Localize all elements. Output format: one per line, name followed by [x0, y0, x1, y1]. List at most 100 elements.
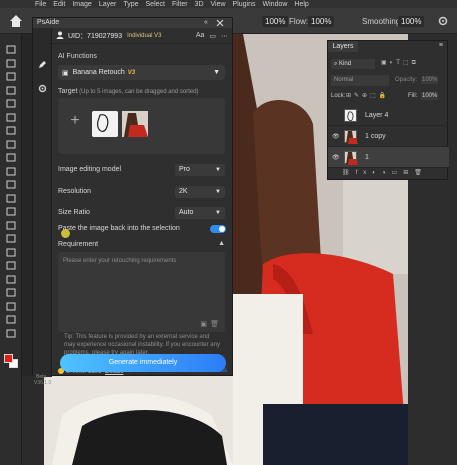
- eye-icon[interactable]: 👁: [332, 133, 340, 140]
- uid-text: UID：719027993: [68, 32, 123, 40]
- layer-name: 1 copy: [365, 133, 386, 140]
- fill-field[interactable]: 100%: [421, 92, 439, 100]
- editing-model-select[interactable]: Pro ▼: [175, 164, 225, 176]
- eye-icon[interactable]: 👁: [332, 154, 340, 161]
- more-tool-icon[interactable]: [5, 328, 17, 339]
- flow-label: Flow:: [289, 17, 309, 26]
- spot-heal-tool-icon[interactable]: [5, 139, 17, 150]
- magic-wand-tool-icon[interactable]: [5, 85, 17, 96]
- menu-filter[interactable]: Filter: [172, 1, 188, 8]
- home-icon[interactable]: [8, 13, 24, 29]
- move-tool-icon[interactable]: [5, 44, 17, 55]
- collapse-icon[interactable]: «: [204, 19, 210, 26]
- canvas-lower-left[interactable]: [22, 376, 233, 465]
- menu-help[interactable]: Help: [294, 1, 308, 8]
- trash-icon[interactable]: 🗑: [210, 320, 219, 328]
- eraser-tool-icon[interactable]: [5, 193, 17, 204]
- settings-gear-icon[interactable]: [437, 15, 449, 27]
- foreground-color-swatch[interactable]: [4, 354, 13, 363]
- chevron-up-icon: ▲: [218, 240, 225, 247]
- smoothing-value[interactable]: 100%: [398, 16, 425, 27]
- psaide-sidebar: Beta V36.1.0: [33, 28, 52, 386]
- ai-function-dropdown[interactable]: ▣ Banana Retouch V3 ▼: [58, 65, 225, 80]
- size-ratio-value: Auto: [179, 209, 194, 216]
- lock-icons[interactable]: ⊞✎⊕⬚🔒: [346, 92, 389, 99]
- menu-edit[interactable]: Edit: [53, 1, 65, 8]
- cursor-highlight: [61, 229, 70, 238]
- target-label-text: Target: [58, 88, 78, 95]
- rectangle-tool-icon[interactable]: [5, 287, 17, 298]
- ai-functions-label: AI Functions: [58, 53, 97, 60]
- menu-image[interactable]: Image: [72, 1, 91, 8]
- clone-stamp-tool-icon[interactable]: [5, 166, 17, 177]
- layer-row-1-copy[interactable]: 👁 1 copy: [328, 126, 449, 147]
- paste-back-label: Paste the image back into the selection: [58, 225, 180, 232]
- menu-file[interactable]: File: [35, 1, 46, 8]
- layers-footer-icons[interactable]: ⛓fx◐◑▭⊞🗑: [342, 169, 428, 176]
- history-brush-tool-icon[interactable]: [5, 179, 17, 190]
- filter-kind-value: Kind: [339, 61, 352, 67]
- menu-layer[interactable]: Layer: [99, 1, 117, 8]
- gradient-tool-icon[interactable]: [5, 206, 17, 217]
- opacity-field[interactable]: 100%: [421, 76, 439, 84]
- menu-type[interactable]: Type: [123, 1, 138, 8]
- path-select-tool-icon[interactable]: [5, 274, 17, 285]
- menu-select[interactable]: Select: [146, 1, 165, 8]
- layers-tab[interactable]: Layers: [328, 41, 358, 52]
- psaide-panel: PsAide « Beta V36.1.0 UID：719027993 Indi…: [32, 17, 233, 386]
- generate-button[interactable]: Generate immediately: [60, 354, 226, 372]
- chevron-down-icon: ▼: [215, 189, 221, 195]
- pen-tool-icon[interactable]: [5, 247, 17, 258]
- menubar: File Edit Image Layer Type Select Filter 3D View…: [0, 0, 457, 8]
- chat-icon[interactable]: ▭: [209, 32, 216, 40]
- hand-tool-icon[interactable]: [5, 301, 17, 312]
- menu-view[interactable]: View: [211, 1, 226, 8]
- target-hint: (Up to 5 images, can be dragged and sort…: [79, 89, 199, 95]
- opacity-value[interactable]: 100%: [262, 16, 289, 27]
- layer-row-1[interactable]: 👁 1: [328, 147, 449, 168]
- layer-thumbnail: [344, 151, 358, 165]
- close-icon[interactable]: [216, 19, 224, 27]
- version-label: V36.1.0: [34, 380, 52, 386]
- menu-3d[interactable]: 3D: [195, 1, 204, 8]
- blend-mode-select[interactable]: Normal: [331, 75, 389, 86]
- blur-tool-icon[interactable]: [5, 220, 17, 231]
- layer-row-layer4[interactable]: Layer 4: [328, 105, 449, 126]
- panel-menu-icon[interactable]: ≡: [439, 42, 443, 49]
- dodge-tool-icon[interactable]: [5, 233, 17, 244]
- flow-value[interactable]: 100%: [308, 16, 335, 27]
- requirement-header[interactable]: Requirement ▲: [52, 238, 233, 250]
- filter-icons[interactable]: ▣◐T⬚⧉: [381, 59, 419, 67]
- menu-window[interactable]: Window: [263, 1, 288, 8]
- fill-label: Fill:: [408, 93, 418, 99]
- paste-back-toggle[interactable]: [210, 225, 226, 233]
- chevron-down-icon: ▼: [213, 69, 220, 76]
- settings-icon[interactable]: [38, 84, 47, 93]
- target-thumbnail-1[interactable]: [92, 111, 118, 137]
- add-image-button[interactable]: +: [66, 112, 84, 130]
- menu-plugins[interactable]: Plugins: [233, 1, 256, 8]
- size-ratio-select[interactable]: Auto ▼: [175, 207, 225, 219]
- smoothing-label: Smoothing:: [362, 17, 403, 26]
- filter-kind-select[interactable]: ⌕ Kind: [331, 59, 375, 69]
- requirement-input[interactable]: Please enter your retouching requirement…: [58, 252, 225, 332]
- layer-filter-row: ⌕ Kind ▣◐T⬚⧉: [331, 59, 446, 70]
- psaide-main: UID：719027993 Individual V3 Aa ▭ ⋯ AI Fu…: [52, 28, 233, 377]
- target-box: +: [58, 98, 225, 154]
- image-icon[interactable]: ▣: [200, 320, 207, 328]
- resolution-select[interactable]: 2K ▼: [175, 186, 225, 198]
- zoom-tool-icon[interactable]: [5, 314, 17, 325]
- type-tool-icon[interactable]: [5, 260, 17, 271]
- edit-pen-icon[interactable]: [38, 60, 47, 69]
- font-size-icon[interactable]: Aa: [196, 32, 205, 39]
- frame-tool-icon[interactable]: [5, 112, 17, 123]
- more-icon[interactable]: ⋯: [221, 32, 228, 40]
- eyedropper-tool-icon[interactable]: [5, 125, 17, 136]
- target-thumbnail-2[interactable]: [122, 111, 148, 137]
- opacity-label: Opacity:: [395, 77, 418, 83]
- crop-tool-icon[interactable]: [5, 98, 17, 109]
- marquee-tool-icon[interactable]: [5, 58, 17, 69]
- function-icon: ▣: [62, 69, 69, 77]
- lasso-tool-icon[interactable]: [5, 71, 17, 82]
- brush-tool-icon[interactable]: [5, 152, 17, 163]
